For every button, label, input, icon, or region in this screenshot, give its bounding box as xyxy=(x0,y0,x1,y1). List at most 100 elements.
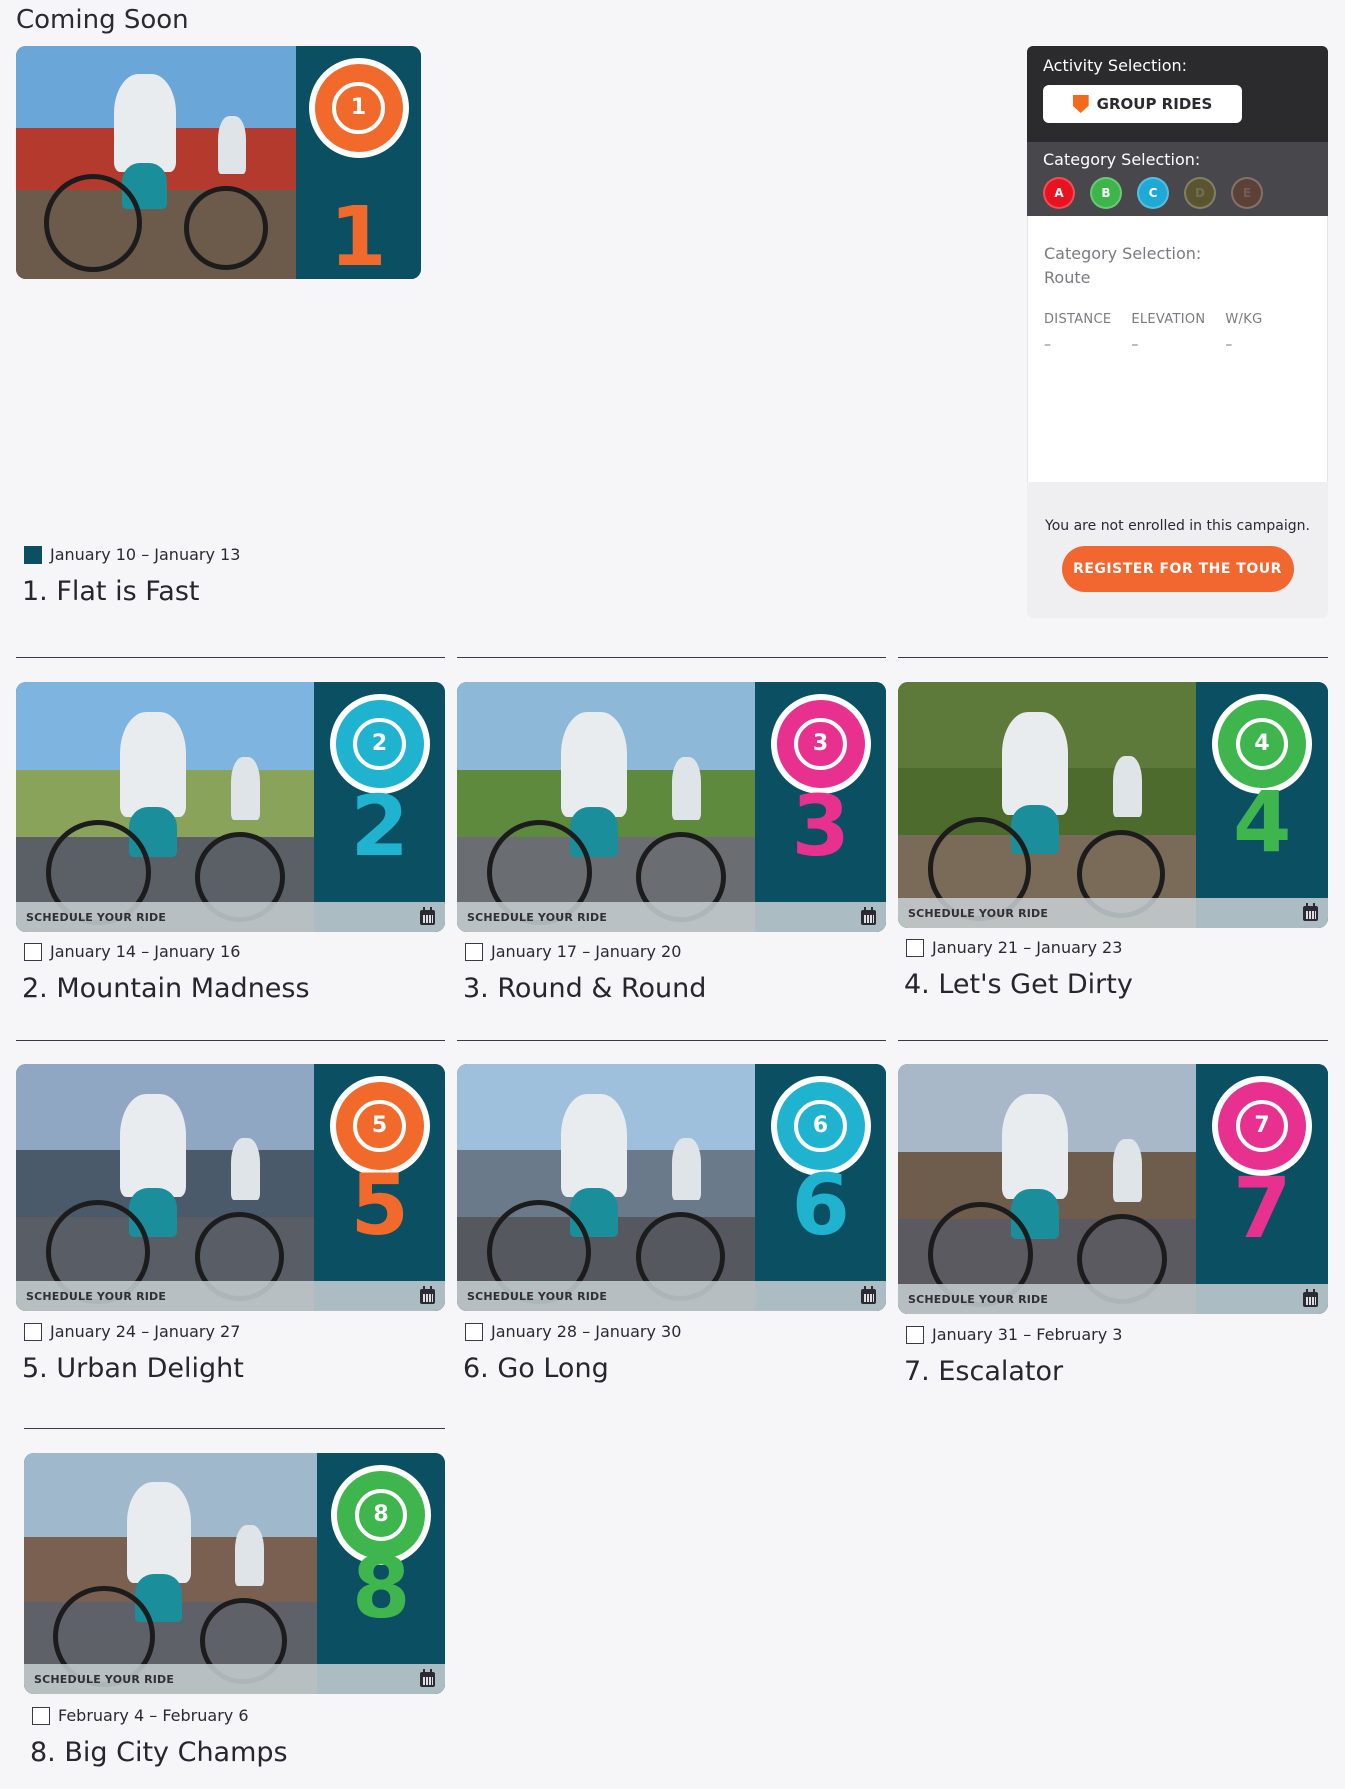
stage-date-row: February 4 – February 6 xyxy=(32,1706,249,1725)
stage-title[interactable]: 8. Big City Champs xyxy=(30,1737,288,1768)
schedule-ride-bar[interactable]: SCHEDULE YOUR RIDE xyxy=(16,1281,445,1311)
stage-checkbox[interactable] xyxy=(24,545,42,564)
category-a-button[interactable]: A xyxy=(1043,177,1075,209)
route-stats: DISTANCE – ELEVATION – W/KG – xyxy=(1044,312,1311,353)
schedule-ride-label: SCHEDULE YOUR RIDE xyxy=(34,1672,175,1686)
stage-side-panel: 1 1 xyxy=(296,46,421,279)
calendar-icon[interactable] xyxy=(861,1285,876,1304)
stage-divider xyxy=(898,1040,1328,1041)
stage-side-panel: 8 8 xyxy=(317,1453,445,1694)
badge-number: 2 xyxy=(353,717,406,771)
stage-date-row: January 14 – January 16 xyxy=(24,942,240,961)
stage-title[interactable]: 7. Escalator xyxy=(904,1356,1063,1387)
activity-selection: Activity Selection: GROUP RIDES xyxy=(1027,46,1328,142)
stage-title[interactable]: 3. Round & Round xyxy=(463,973,706,1004)
stage-divider xyxy=(16,657,445,658)
category-c-button[interactable]: C xyxy=(1137,177,1169,209)
stat-label: W/KG xyxy=(1225,312,1263,327)
stage-dates: January 10 – January 13 xyxy=(50,545,241,564)
schedule-ride-label: SCHEDULE YOUR RIDE xyxy=(467,1289,608,1303)
route-details: Category Selection: Route DISTANCE – ELEVA… xyxy=(1027,216,1328,482)
calendar-icon[interactable] xyxy=(420,906,435,925)
schedule-ride-bar[interactable]: SCHEDULE YOUR RIDE xyxy=(457,1281,886,1311)
category-d-button[interactable]: D xyxy=(1184,177,1216,209)
stage-checkbox[interactable] xyxy=(906,1325,924,1344)
category-selection: Category Selection: ABCDE xyxy=(1027,142,1328,216)
stage-side-panel: 3 3 xyxy=(755,682,886,932)
calendar-icon[interactable] xyxy=(420,1285,435,1304)
stage-card[interactable]: 8 8 SCHEDULE YOUR RIDE xyxy=(24,1453,445,1694)
stage-dates: February 4 – February 6 xyxy=(58,1706,249,1725)
stage-checkbox[interactable] xyxy=(24,1322,42,1341)
badge-number: 7 xyxy=(1235,1099,1289,1153)
badge-number: 6 xyxy=(794,1099,847,1153)
category-options: ABCDE xyxy=(1043,177,1312,209)
stage-card[interactable]: 1 1 xyxy=(16,46,421,279)
campaign-sidebar: Activity Selection: GROUP RIDES Category… xyxy=(1027,46,1328,618)
stat-value: – xyxy=(1225,337,1233,353)
stage-title[interactable]: 4. Let's Get Dirty xyxy=(904,969,1133,1000)
stage-dates: January 28 – January 30 xyxy=(491,1322,682,1341)
calendar-icon[interactable] xyxy=(1303,902,1318,921)
zwift-shield-icon xyxy=(1072,95,1089,113)
stage-date-row: January 28 – January 30 xyxy=(465,1322,681,1341)
stage-card[interactable]: 3 3 SCHEDULE YOUR RIDE xyxy=(457,682,886,932)
stage-checkbox[interactable] xyxy=(32,1706,50,1725)
stage-side-panel: 2 2 xyxy=(314,682,445,932)
stage-divider xyxy=(457,657,886,658)
stage-checkbox[interactable] xyxy=(465,942,483,961)
stat-label: DISTANCE xyxy=(1044,312,1112,327)
stage-divider xyxy=(24,1428,445,1429)
stage-number: 6 xyxy=(791,1156,850,1254)
stage-number: 1 xyxy=(329,190,387,279)
schedule-ride-label: SCHEDULE YOUR RIDE xyxy=(908,906,1049,920)
calendar-icon[interactable] xyxy=(861,906,876,925)
group-rides-label: GROUP RIDES xyxy=(1096,95,1213,113)
stage-card[interactable]: 7 7 SCHEDULE YOUR RIDE xyxy=(898,1064,1328,1314)
schedule-ride-label: SCHEDULE YOUR RIDE xyxy=(908,1292,1049,1306)
stage-image xyxy=(898,1064,1196,1314)
schedule-ride-bar[interactable]: SCHEDULE YOUR RIDE xyxy=(24,1664,445,1694)
schedule-ride-bar[interactable]: SCHEDULE YOUR RIDE xyxy=(898,1284,1328,1314)
stage-badge-icon: 1 xyxy=(308,58,409,158)
stage-image xyxy=(898,682,1196,928)
stage-title[interactable]: 1. Flat is Fast xyxy=(22,576,200,607)
stage-dates: January 14 – January 16 xyxy=(50,942,241,961)
stage-title[interactable]: 5. Urban Delight xyxy=(22,1353,244,1384)
schedule-ride-bar[interactable]: SCHEDULE YOUR RIDE xyxy=(457,902,886,932)
badge-number: 8 xyxy=(354,1488,408,1542)
register-button[interactable]: REGISTER FOR THE TOUR xyxy=(1061,546,1294,592)
stage-number: 3 xyxy=(791,777,850,875)
stage-divider xyxy=(16,1040,445,1041)
stage-date-row: January 24 – January 27 xyxy=(24,1322,240,1341)
stage-card[interactable]: 5 5 SCHEDULE YOUR RIDE xyxy=(16,1064,445,1311)
category-selection-label: Category Selection: xyxy=(1043,150,1201,169)
stage-side-panel: 6 6 xyxy=(755,1064,886,1311)
stage-checkbox[interactable] xyxy=(465,1322,483,1341)
stage-number: 4 xyxy=(1233,773,1292,871)
detail-route-label: Route xyxy=(1044,268,1091,287)
schedule-ride-bar[interactable]: SCHEDULE YOUR RIDE xyxy=(898,898,1328,928)
badge-number: 3 xyxy=(794,717,847,771)
calendar-icon[interactable] xyxy=(420,1668,435,1687)
stage-dates: January 24 – January 27 xyxy=(50,1322,241,1341)
stage-card[interactable]: 6 6 SCHEDULE YOUR RIDE xyxy=(457,1064,886,1311)
stage-title[interactable]: 2. Mountain Madness xyxy=(22,973,310,1004)
category-e-button[interactable]: E xyxy=(1231,177,1263,209)
schedule-ride-bar[interactable]: SCHEDULE YOUR RIDE xyxy=(16,902,445,932)
stage-date-row: January 17 – January 20 xyxy=(465,942,681,961)
calendar-icon[interactable] xyxy=(1303,1288,1318,1307)
stage-checkbox[interactable] xyxy=(24,942,42,961)
stage-card[interactable]: 2 2 SCHEDULE YOUR RIDE xyxy=(16,682,445,932)
stage-image xyxy=(16,1064,314,1311)
stage-checkbox[interactable] xyxy=(906,938,924,957)
detail-category-label: Category Selection: xyxy=(1044,244,1202,263)
category-b-button[interactable]: B xyxy=(1090,177,1122,209)
group-rides-button[interactable]: GROUP RIDES xyxy=(1043,85,1242,123)
stage-number: 7 xyxy=(1233,1159,1292,1257)
stage-card[interactable]: 4 4 SCHEDULE YOUR RIDE xyxy=(898,682,1328,928)
stage-side-panel: 7 7 xyxy=(1196,1064,1328,1314)
stat-value: – xyxy=(1131,337,1139,353)
stage-title[interactable]: 6. Go Long xyxy=(463,1353,609,1384)
stage-number: 2 xyxy=(350,777,409,875)
